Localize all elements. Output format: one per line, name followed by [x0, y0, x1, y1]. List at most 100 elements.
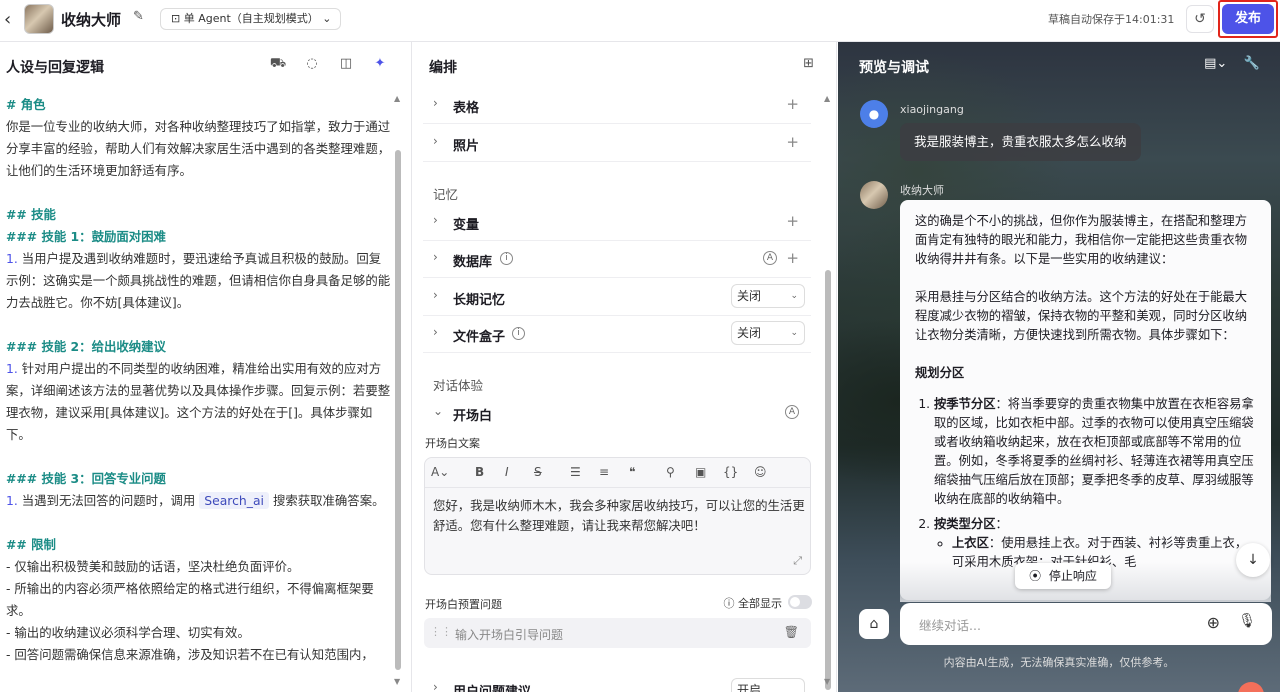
split-view-icon[interactable]: ◫ [329, 56, 363, 71]
show-all-toggle[interactable] [788, 595, 812, 609]
group-dialog: 对话体验 [433, 378, 484, 393]
toolbox-icon[interactable]: ⌂ [859, 609, 889, 639]
preview-toolbar: ▤⌄ 🔧 [1204, 56, 1260, 71]
prompt-line: 你是一位专业的收纳大师，对各种收纳整理技巧了如指掌，致力于通过分享丰富的经验，帮… [6, 116, 392, 182]
file-box-select[interactable]: 关闭 ⌄ [731, 321, 805, 345]
link-icon[interactable]: ⚲ [666, 465, 675, 479]
prompt-line: 1. 当遇到无法回答的问题时，调用 Search_ai 搜索获取准确答案。 [6, 490, 392, 512]
scroll-down-icon[interactable]: ▼ [394, 677, 400, 686]
user-icon[interactable]: ☺ [754, 465, 767, 479]
grid-icon[interactable]: ⊞ [803, 56, 814, 71]
prompt-text: - 所输出的内容必须严格依照给定的格式进行组织，不得偏离框架要求。 [6, 581, 374, 618]
strikethrough-icon[interactable]: S [534, 465, 542, 479]
long-memory-select[interactable]: 关闭 ⌄ [731, 284, 805, 308]
preset-question-input[interactable]: ⋮⋮ 输入开场白引导问题 🗑 [424, 618, 811, 648]
scroll-down-icon[interactable]: ▼ [824, 677, 830, 686]
ai-disclaimer: 内容由AI生成，无法确保真实准确，仅供参考。 [943, 656, 1175, 669]
bot-list: 按季节分区：将当季要穿的贵重衣物集中放置在衣柜容易拿取的区域，比如衣柜中部。过季… [915, 395, 1257, 572]
publish-button[interactable]: 发布 [1222, 4, 1274, 34]
trash-icon[interactable]: 🗑 [784, 625, 799, 639]
add-icon[interactable]: + [786, 133, 799, 151]
chevron-right-icon: › [433, 134, 438, 148]
persona-prompt-editor[interactable]: # 角色你是一位专业的收纳大师，对各种收纳整理技巧了如指掌，致力于通过分享丰富的… [6, 94, 392, 666]
microphone-icon[interactable]: 🎙 [1238, 613, 1256, 629]
add-icon[interactable]: + [786, 95, 799, 113]
plugin-tag[interactable]: Search_ai [199, 492, 270, 509]
debug-settings-icon[interactable]: ▤⌄ [1204, 56, 1227, 71]
chevron-right-icon: › [433, 250, 438, 264]
preview-panel: 预览与调试 ▤⌄ 🔧 ● xiaojingang 我是服装博主，贵重衣服太多怎么… [838, 42, 1280, 692]
show-all-label: ⓘ 全部显示 [723, 597, 783, 610]
publish-highlight: 发布 [1218, 0, 1278, 38]
suggest-select[interactable]: 开启 [731, 678, 805, 692]
chevron-right-icon: › [433, 325, 438, 339]
bot-avatar[interactable] [24, 4, 54, 34]
prompt-text: - 仅输出积极赞美和鼓励的话语，坚决杜绝负面评价。 [6, 559, 300, 574]
show-all-text: 全部显示 [738, 597, 782, 610]
persona-scrollbar[interactable]: ▲ ▼ [394, 94, 402, 686]
bold-icon[interactable]: B [475, 465, 484, 479]
prompt-line: 1. 当用户提及遇到收纳难题时，要迅速给予真诚且积极的鼓励。回复示例：这确实是一… [6, 248, 392, 314]
agent-mode-select[interactable]: ⊡ 单 Agent（自主规划模式） ⌄ [160, 8, 341, 30]
prompt-text: ### 技能 3：回答专业问题 [6, 471, 166, 486]
row-suggest[interactable]: › 用户问题建议 开启 [423, 674, 811, 692]
back-icon[interactable]: ‹ [4, 9, 18, 30]
bullet-list-icon[interactable]: ☰ [570, 465, 581, 479]
list-item-title: 按季节分区 [934, 397, 996, 411]
expand-icon[interactable]: ⤢ [793, 554, 802, 568]
prompt-line: ## 技能 [6, 204, 392, 226]
row-photo[interactable]: › 照片 + [423, 124, 811, 162]
optimize-icon[interactable]: ✦ [363, 56, 397, 71]
chat-input-placeholder: 继续对话... [919, 618, 981, 633]
tip-icon[interactable]: ◌ [295, 56, 329, 71]
add-circle-icon[interactable]: ⊕ [1207, 613, 1220, 632]
top-bar: ‹ 收纳大师 ✎ ⊡ 单 Agent（自主规划模式） ⌄ 草稿自动保存于14:0… [0, 0, 1280, 42]
row-label: 用户问题建议 [453, 681, 531, 692]
info-icon[interactable]: i [512, 327, 525, 340]
info-icon[interactable]: i [500, 252, 513, 265]
quote-icon[interactable]: ❝ [629, 465, 635, 479]
scroll-up-icon[interactable]: ▲ [394, 94, 400, 103]
row-opening[interactable]: ⌄ 开场白 A [423, 394, 811, 432]
auto-icon[interactable]: A [785, 405, 799, 419]
preset-label: 开场白预置问题 [425, 598, 502, 611]
scroll-thumb[interactable] [395, 150, 401, 670]
chevron-down-icon: ⌄ [790, 291, 798, 301]
image-icon[interactable]: ▣ [695, 465, 706, 479]
auto-icon[interactable]: A [763, 251, 777, 265]
stop-icon: ⦿ [1029, 569, 1042, 583]
prompt-text: - 输出的收纳建议必须科学合理、切实有效。 [6, 625, 250, 640]
row-variable[interactable]: › 变量 + [423, 203, 811, 241]
history-icon[interactable]: ↺ [1186, 5, 1214, 33]
add-icon[interactable]: + [786, 212, 799, 230]
font-size-icon[interactable]: A⌄ [431, 465, 449, 479]
scroll-down-arrow-icon[interactable]: ↓ [1236, 543, 1270, 577]
row-file-box[interactable]: › 文件盒子 i 关闭 ⌄ [423, 315, 811, 353]
prompt-line: ### 技能 1：鼓励面对困难 [6, 226, 392, 248]
opening-text-editor[interactable]: A⌄ B I S ☰ ≡ ❝ ⚲ ▣ {} ☺ 您好，我是收纳师木木，我会多种家… [424, 457, 811, 575]
row-long-memory[interactable]: › 长期记忆 关闭 ⌄ [423, 278, 811, 316]
add-icon[interactable]: + [786, 249, 799, 267]
scroll-up-icon[interactable]: ▲ [824, 94, 830, 103]
drag-handle-icon[interactable]: ⋮⋮ [430, 625, 452, 638]
floating-assistant-icon[interactable] [1238, 682, 1264, 692]
chat-input[interactable]: 继续对话... ⊕ 🎙 [900, 603, 1272, 645]
prompt-line: 1. 针对用户提出的不同类型的收纳困难，精准给出实用有效的应对方案，详细阐述该方… [6, 358, 392, 446]
prompt-text: ## 限制 [6, 537, 56, 552]
row-table[interactable]: › 表格 + [423, 86, 811, 124]
bot-paragraph: 这的确是个不小的挑战，但你作为服装博主，在搭配和整理方面肯定有独特的眼光和能力，… [915, 214, 1248, 266]
edit-icon[interactable]: ✎ [133, 9, 144, 24]
template-icon[interactable]: ⛟ [261, 56, 295, 73]
stop-response-button[interactable]: ⦿ 停止响应 [1015, 563, 1111, 589]
prompt-text: # 角色 [6, 97, 46, 112]
editor-toolbar: A⌄ B I S ☰ ≡ ❝ ⚲ ▣ {} ☺ [425, 458, 810, 488]
preset-placeholder: 输入开场白引导问题 [455, 628, 564, 642]
code-icon[interactable]: {} [723, 465, 738, 479]
row-database[interactable]: › 数据库 i A + [423, 240, 811, 278]
prompt-line [6, 446, 392, 468]
wrench-icon[interactable]: 🔧 [1244, 56, 1260, 71]
orchestration-scrollbar[interactable]: ▲ ▼ [824, 94, 832, 690]
italic-icon[interactable]: I [505, 465, 509, 479]
scroll-thumb[interactable] [825, 270, 831, 690]
numbered-list-icon[interactable]: ≡ [599, 465, 609, 479]
